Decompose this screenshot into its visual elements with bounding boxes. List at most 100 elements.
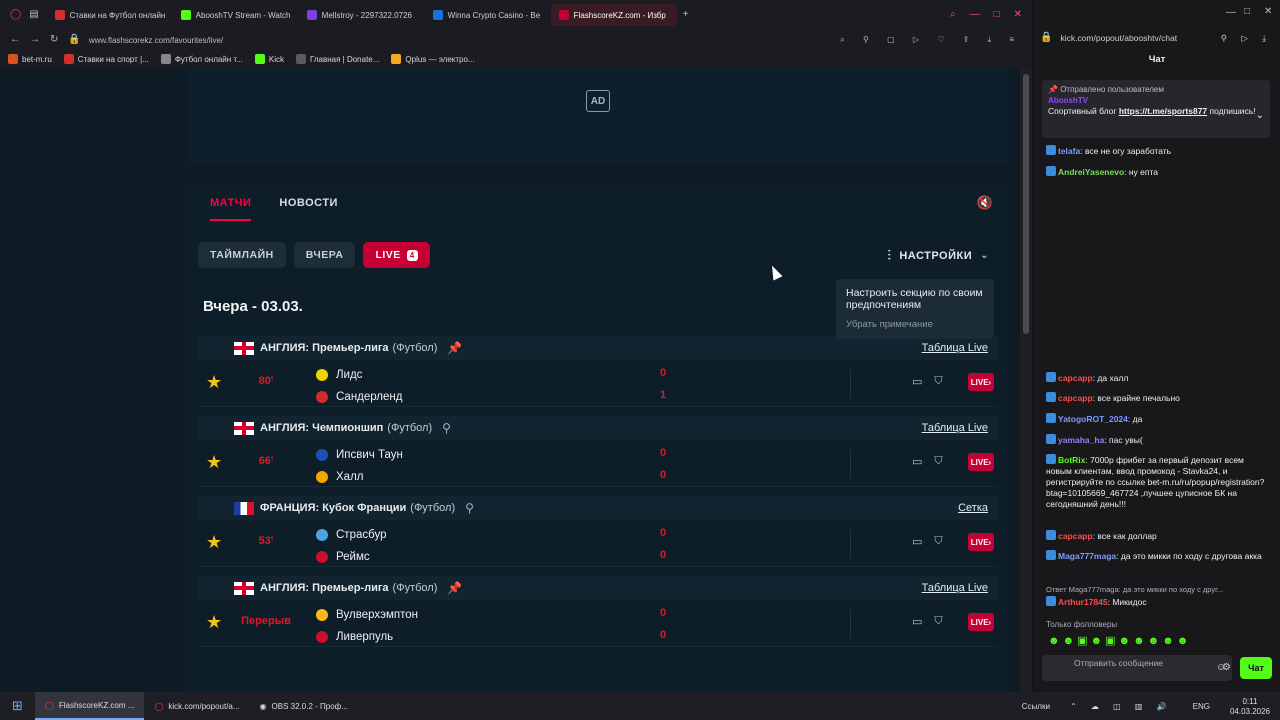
- shirt-icon[interactable]: ⛉: [934, 535, 942, 548]
- ad-banner[interactable]: AD: [186, 68, 1009, 165]
- league-header[interactable]: АНГЛИЯ: Премьер-лига (Футбол) 📌 Таблица Liv…: [198, 576, 998, 600]
- search-icon[interactable]: ⌕: [950, 10, 956, 20]
- chat-username[interactable]: yamaha_ha: [1058, 435, 1104, 445]
- taskbar: ⊞ ◯ FlashscoreKZ.com ... ◯ kick.com/popout…: [0, 692, 1280, 720]
- favorite-star-icon[interactable]: ★: [206, 532, 222, 553]
- favorite-star-icon[interactable]: ★: [206, 372, 222, 393]
- tab-menu-icon[interactable]: ▤: [29, 10, 38, 20]
- back-icon[interactable]: ←: [10, 35, 20, 45]
- pin-icon[interactable]: 📌: [447, 341, 462, 355]
- league-header[interactable]: АНГЛИЯ: Чемпионшип (Футбол) ⚲ Таблица Live: [198, 416, 998, 440]
- maximize-icon[interactable]: □: [994, 10, 1000, 20]
- tv-icon[interactable]: ▭: [912, 455, 922, 468]
- new-tab-icon[interactable]: +: [683, 10, 689, 20]
- chat-input[interactable]: Отправить сообщение: [1042, 655, 1232, 681]
- bookmark-2[interactable]: Футбол онлайн т...: [160, 54, 243, 64]
- page-scrollbar[interactable]: [1020, 68, 1032, 692]
- tv-icon[interactable]: ▭: [912, 615, 922, 628]
- taskbar-item-2[interactable]: ◉ OBS 32.0.2 - Проф...: [250, 692, 358, 720]
- toolbar-icons[interactable]: ⌕ ⚲ ▢ ▷ ♡ ⇪ ⤓ ≡: [840, 35, 1022, 45]
- browser-logo-icon[interactable]: ◯: [10, 10, 21, 20]
- pin-icon[interactable]: ⚲: [465, 501, 474, 515]
- tv-icon[interactable]: ▭: [912, 375, 922, 388]
- match-time: 66': [258, 455, 274, 467]
- bookmark-5[interactable]: Qplus — электро...: [391, 54, 475, 64]
- tab-2[interactable]: Mellstroy - 2297322.0726: [299, 4, 425, 26]
- bookmark-1[interactable]: Ставки на спорт |...: [63, 54, 149, 64]
- live-button[interactable]: LIVE ›: [968, 373, 994, 391]
- settings-tooltip: Настроить секцию по своим предпочтениям …: [836, 279, 994, 339]
- tray-icons[interactable]: ⌃ ☁ ◫ ▥ 🔊: [1060, 692, 1183, 720]
- tab-matches[interactable]: МАТЧИ: [210, 197, 252, 221]
- bookmark-4[interactable]: Главная | Donate...: [295, 54, 379, 64]
- standings-link[interactable]: Таблица Live: [922, 342, 988, 354]
- live-button[interactable]: LIVE ›: [968, 533, 994, 551]
- match-row[interactable]: ★ 66' Ипсвич Таун Халл 0 0 ▭ ⛉ LIVE ›: [198, 441, 998, 487]
- user-badge-icon: [1046, 372, 1056, 382]
- tv-icon[interactable]: ▭: [912, 535, 922, 548]
- match-row[interactable]: ★ Перерыв Вулверхэмптон Ливерпуль 0 0 ▭ ⛉ LIVE ›: [198, 601, 998, 647]
- shirt-icon[interactable]: ⛉: [934, 615, 942, 628]
- close-icon[interactable]: ✕: [1264, 7, 1272, 17]
- url-field[interactable]: www.flashscorekz.com/favourites/live/: [89, 36, 223, 45]
- settings-dropdown[interactable]: ⫶ НАСТРОЙКИ ⌄: [887, 247, 989, 264]
- pin-icon[interactable]: ⚲: [442, 421, 451, 435]
- chat-username[interactable]: Arthur17845: [1058, 597, 1108, 607]
- maximize-icon[interactable]: □: [1244, 7, 1250, 17]
- pinned-link[interactable]: https://t.me/sports877: [1119, 106, 1207, 116]
- start-button[interactable]: ⊞: [0, 692, 35, 720]
- filter-yesterday[interactable]: ВЧЕРА: [293, 242, 356, 268]
- favorite-star-icon[interactable]: ★: [206, 452, 222, 473]
- mute-icon[interactable]: 🔇: [977, 195, 993, 211]
- chat-send-button[interactable]: Чат: [1240, 657, 1272, 679]
- chat-username[interactable]: сарсарр: [1058, 531, 1093, 541]
- taskbar-links[interactable]: Ссылки: [1012, 692, 1060, 720]
- live-button[interactable]: LIVE ›: [968, 613, 994, 631]
- tab-4-active[interactable]: FlashscoreKZ.com - Избр: [550, 4, 677, 26]
- scrollbar-thumb[interactable]: [1023, 74, 1029, 334]
- chevron-down-icon[interactable]: ⌄: [1256, 110, 1264, 121]
- emote-row[interactable]: ☻☻▣☻▣☻☻☻☻☻: [1048, 634, 1191, 647]
- standings-link[interactable]: Таблица Live: [922, 582, 988, 594]
- match-row[interactable]: ★ 53' Страсбур Реймс 0 0 ▭ ⛉ LIVE ›: [198, 521, 998, 567]
- pin-icon[interactable]: 📌: [447, 581, 462, 595]
- close-icon[interactable]: ✕: [1014, 10, 1022, 20]
- chat-username[interactable]: Maga777maga: [1058, 551, 1116, 561]
- tooltip-dismiss-link[interactable]: Убрать примечание: [846, 319, 984, 331]
- filter-timeline[interactable]: ТАЙМЛАЙН: [198, 242, 286, 268]
- tab-0[interactable]: Ставки на Футбол онлайн: [47, 4, 173, 26]
- gear-icon[interactable]: ⚙: [1222, 662, 1231, 673]
- bookmark-3[interactable]: Kick: [254, 54, 284, 64]
- chat-toolbar-icons[interactable]: ⚲ ▷ ⤓: [1221, 33, 1272, 44]
- chat-username[interactable]: telafa: [1058, 146, 1080, 156]
- reload-icon[interactable]: ↻: [50, 35, 58, 45]
- chat-username[interactable]: BotRix: [1058, 455, 1085, 465]
- tab-news[interactable]: НОВОСТИ: [279, 197, 338, 221]
- filter-live[interactable]: LIVE 4: [363, 242, 430, 268]
- league-header[interactable]: ФРАНЦИЯ: Кубок Франции (Футбол) ⚲ Сетка: [198, 496, 998, 520]
- minimize-icon[interactable]: —: [970, 10, 980, 20]
- league-header[interactable]: АНГЛИЯ: Премьер-лига (Футбол) 📌 Таблица Liv…: [198, 336, 998, 360]
- shirt-icon[interactable]: ⛉: [934, 455, 942, 468]
- taskbar-item-0[interactable]: ◯ FlashscoreKZ.com ...: [34, 692, 145, 720]
- bookmark-favicon-icon: [160, 54, 171, 64]
- tab-1[interactable]: AbooshTV Stream - Watch: [173, 4, 299, 26]
- shirt-icon[interactable]: ⛉: [934, 375, 942, 388]
- chat-username[interactable]: YatogoROT_2024: [1058, 414, 1128, 424]
- forward-icon[interactable]: →: [30, 35, 40, 45]
- tab-3[interactable]: Winna Crypto Casino - Be: [425, 4, 551, 26]
- live-button[interactable]: LIVE ›: [968, 453, 994, 471]
- taskbar-item-1[interactable]: ◯ kick.com/popout/a...: [144, 692, 249, 720]
- chat-username[interactable]: AndreiYasenevo: [1058, 167, 1124, 177]
- clock[interactable]: 0:11 04.03.2026: [1220, 692, 1280, 720]
- standings-link[interactable]: Сетка: [958, 502, 988, 514]
- language-indicator[interactable]: ENG: [1183, 692, 1220, 720]
- chat-username[interactable]: сарсарр: [1058, 393, 1093, 403]
- match-row[interactable]: ★ 80' Лидс Сандерленд 0 1 ▭ ⛉ LIVE ›: [198, 361, 998, 407]
- minimize-icon[interactable]: —: [1226, 8, 1236, 18]
- chat-username[interactable]: сарсарр: [1058, 373, 1093, 383]
- bookmark-0[interactable]: bet-m.ru: [8, 54, 52, 64]
- standings-link[interactable]: Таблица Live: [922, 422, 988, 434]
- chat-url-field[interactable]: kick.com/popout/abooshtv/chat: [1060, 33, 1177, 43]
- favorite-star-icon[interactable]: ★: [206, 612, 222, 633]
